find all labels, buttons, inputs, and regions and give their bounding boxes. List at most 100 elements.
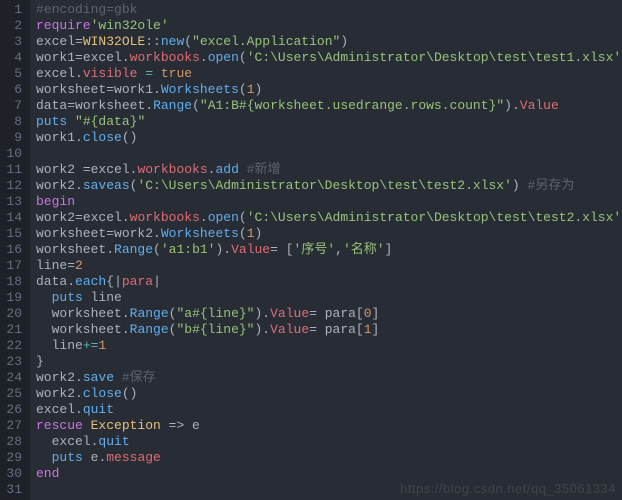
token-prop: workbooks bbox=[137, 162, 207, 177]
code-line[interactable]: work1.close() bbox=[36, 130, 622, 146]
code-line[interactable]: require'win32ole' bbox=[36, 18, 622, 34]
code-line[interactable]: puts "#{data}" bbox=[36, 114, 622, 130]
code-line[interactable]: rescue Exception => e bbox=[36, 418, 622, 434]
token-const: Exception bbox=[91, 418, 161, 433]
token-ident: = bbox=[75, 34, 83, 49]
code-line[interactable]: #encoding=gbk bbox=[36, 2, 622, 18]
code-line[interactable]: work2.close() bbox=[36, 386, 622, 402]
token-ident: ( bbox=[239, 210, 247, 225]
token-ident: = para[ bbox=[309, 322, 364, 337]
code-line[interactable]: excel=WIN32OLE::new("excel.Application") bbox=[36, 34, 622, 50]
code-line[interactable]: worksheet=work1.Worksheets(1) bbox=[36, 82, 622, 98]
code-line[interactable]: worksheet.Range("b#{line}").Value= para[… bbox=[36, 322, 622, 338]
token-str: "A1:B#{worksheet.usedrange.rows.count}" bbox=[200, 98, 504, 113]
token-cmt: #encoding=gbk bbox=[36, 2, 137, 17]
code-line[interactable]: excel.quit bbox=[36, 434, 622, 450]
token-ident: ( bbox=[153, 242, 161, 257]
token-ident bbox=[239, 162, 247, 177]
code-line[interactable]: line=2 bbox=[36, 258, 622, 274]
line-number: 6 bbox=[4, 82, 22, 98]
token-prop: Value bbox=[231, 242, 270, 257]
token-fn: saveas bbox=[83, 178, 130, 193]
line-number-gutter: 1234567891011121314151617181920212223242… bbox=[0, 0, 30, 500]
code-line[interactable]: work1=excel.workbooks.open('C:\Users\Adm… bbox=[36, 50, 622, 66]
code-line[interactable] bbox=[36, 482, 622, 498]
token-ident: ] bbox=[385, 242, 393, 257]
token-kw: rescue bbox=[36, 418, 83, 433]
token-ident: line bbox=[36, 258, 67, 273]
token-ident: work2 bbox=[36, 178, 75, 193]
code-line[interactable]: worksheet.Range('a1:b1').Value= ['序号','名… bbox=[36, 242, 622, 258]
token-ident: work2 bbox=[36, 210, 75, 225]
token-num: 1 bbox=[247, 226, 255, 241]
token-ident bbox=[153, 66, 161, 81]
code-line[interactable]: worksheet=work2.Worksheets(1) bbox=[36, 226, 622, 242]
code-line[interactable]: end bbox=[36, 466, 622, 482]
token-str: 'C:\Users\Administrator\Desktop\test\tes… bbox=[137, 178, 511, 193]
token-prop: Value bbox=[270, 322, 309, 337]
token-fn: puts bbox=[52, 290, 83, 305]
token-num: 1 bbox=[247, 82, 255, 97]
token-const: WIN32OLE bbox=[83, 34, 145, 49]
token-ident: excel bbox=[83, 50, 122, 65]
token-ident: = para[ bbox=[309, 306, 364, 321]
token-ident: worksheet bbox=[36, 306, 122, 321]
token-ident: { bbox=[106, 274, 114, 289]
code-line[interactable]: work2=excel.workbooks.open('C:\Users\Adm… bbox=[36, 210, 622, 226]
code-line[interactable]: begin bbox=[36, 194, 622, 210]
line-number: 28 bbox=[4, 434, 22, 450]
token-str: 'C:\Users\Administrator\Desktop\test\tes… bbox=[247, 210, 621, 225]
code-line[interactable]: worksheet.Range("a#{line}").Value= para[… bbox=[36, 306, 622, 322]
token-str: "b#{line}" bbox=[176, 322, 254, 337]
token-str: 'C:\Users\Administrator\Desktop\test\tes… bbox=[247, 50, 621, 65]
line-number: 27 bbox=[4, 418, 22, 434]
token-ident: ( bbox=[239, 226, 247, 241]
token-ident: . bbox=[75, 130, 83, 145]
line-number: 21 bbox=[4, 322, 22, 338]
line-number: 23 bbox=[4, 354, 22, 370]
code-line[interactable]: work2 =excel.workbooks.add #新增 bbox=[36, 162, 622, 178]
token-fn: Worksheets bbox=[161, 226, 239, 241]
code-line[interactable]: line+=1 bbox=[36, 338, 622, 354]
token-ident: . bbox=[122, 210, 130, 225]
line-number: 12 bbox=[4, 178, 22, 194]
token-ident: work1 bbox=[36, 50, 75, 65]
code-line[interactable]: } bbox=[36, 354, 622, 370]
token-fn: Range bbox=[130, 322, 169, 337]
token-ident: . bbox=[262, 322, 270, 337]
line-number: 3 bbox=[4, 34, 22, 50]
token-kw: begin bbox=[36, 194, 75, 209]
token-ident: worksheet bbox=[36, 242, 106, 257]
code-line[interactable]: work2.saveas('C:\Users\Administrator\Des… bbox=[36, 178, 622, 194]
token-ident: line bbox=[36, 338, 83, 353]
token-ident: excel bbox=[91, 162, 130, 177]
token-ident: ) bbox=[255, 226, 263, 241]
code-line[interactable]: excel.visible = true bbox=[36, 66, 622, 82]
token-ident: . bbox=[75, 66, 83, 81]
code-line[interactable]: puts e.message bbox=[36, 450, 622, 466]
code-line[interactable]: work2.save #保存 bbox=[36, 370, 622, 386]
token-ident: = bbox=[106, 82, 114, 97]
token-ident: worksheet bbox=[36, 322, 122, 337]
token-fn: Range bbox=[153, 98, 192, 113]
code-line[interactable]: puts line bbox=[36, 290, 622, 306]
code-editor[interactable]: 1234567891011121314151617181920212223242… bbox=[0, 0, 622, 500]
line-number: 13 bbox=[4, 194, 22, 210]
line-number: 11 bbox=[4, 162, 22, 178]
token-ident: . bbox=[122, 322, 130, 337]
code-line[interactable]: data.each{|para| bbox=[36, 274, 622, 290]
line-number: 24 bbox=[4, 370, 22, 386]
token-ident: data bbox=[36, 98, 67, 113]
code-line[interactable]: excel.quit bbox=[36, 402, 622, 418]
line-number: 25 bbox=[4, 386, 22, 402]
code-line[interactable] bbox=[36, 146, 622, 162]
token-ident: . bbox=[122, 50, 130, 65]
code-line[interactable]: data=worksheet.Range("A1:B#{worksheet.us… bbox=[36, 98, 622, 114]
line-number: 4 bbox=[4, 50, 22, 66]
code-area[interactable]: #encoding=gbkrequire'win32ole'excel=WIN3… bbox=[30, 0, 622, 500]
token-ident: worksheet bbox=[36, 82, 106, 97]
token-fn: Worksheets bbox=[161, 82, 239, 97]
token-ident: . bbox=[262, 306, 270, 321]
line-number: 9 bbox=[4, 130, 22, 146]
token-num: 1 bbox=[364, 322, 372, 337]
